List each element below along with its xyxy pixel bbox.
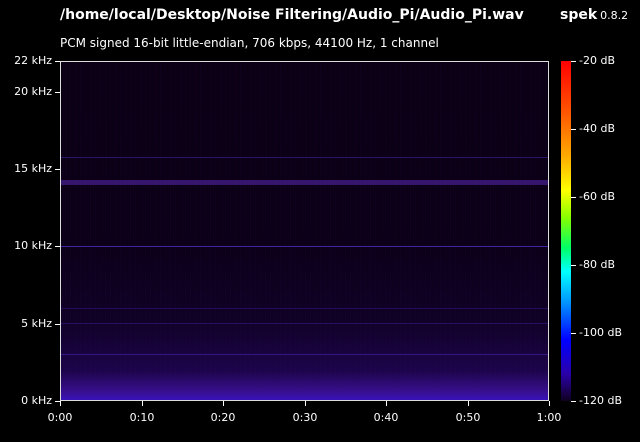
x-tick [549, 401, 550, 406]
x-tick [223, 401, 224, 406]
colorbar-tick-label: -100 dB [579, 326, 622, 339]
colorbar-tick-label: -40 dB [579, 122, 615, 135]
colorbar-tick [571, 265, 576, 266]
colorbar-tick-label: -120 dB [579, 394, 622, 407]
x-tick-label: 0:20 [210, 411, 236, 424]
y-tick-label: 15 kHz [14, 162, 52, 175]
x-tick [386, 401, 387, 406]
file-path-title: /home/local/Desktop/Noise Filtering/Audi… [60, 7, 524, 23]
y-tick-label: 10 kHz [14, 239, 52, 252]
y-tick-label: 22 kHz [14, 54, 52, 67]
colorbar-tick [571, 197, 576, 198]
colorbar-tick [571, 129, 576, 130]
x-tick [305, 401, 306, 406]
x-tick [142, 401, 143, 406]
x-tick-label: 0:40 [373, 411, 399, 424]
x-tick [468, 401, 469, 406]
app-name-label: spek [560, 7, 598, 23]
x-tick-label: 1:00 [536, 411, 562, 424]
x-tick-label: 0:00 [47, 411, 73, 424]
color-scale-bar [561, 61, 571, 401]
colorbar-tick [571, 61, 576, 62]
audio-info: PCM signed 16-bit little-endian, 706 kbp… [60, 36, 439, 50]
colorbar-tick-label: -20 dB [579, 54, 615, 67]
colorbar-tick-label: -80 dB [579, 258, 615, 271]
x-tick-label: 0:10 [129, 411, 155, 424]
app-name: spek 0.8.2 [560, 7, 628, 23]
colorbar-tick [571, 333, 576, 334]
colorbar-tick [571, 401, 576, 402]
x-tick-label: 0:30 [292, 411, 318, 424]
x-tick [60, 401, 61, 406]
y-tick [55, 169, 60, 170]
y-tick-label: 5 kHz [21, 317, 52, 330]
colorbar-tick-label: -60 dB [579, 190, 615, 203]
plot-border [60, 61, 549, 401]
y-tick [55, 61, 60, 62]
y-tick [55, 324, 60, 325]
x-tick-label: 0:50 [455, 411, 481, 424]
app-version: 0.8.2 [600, 9, 629, 22]
y-tick [55, 92, 60, 93]
y-tick [55, 246, 60, 247]
y-tick-label: 20 kHz [14, 85, 52, 98]
y-tick-label: 0 kHz [21, 394, 52, 407]
